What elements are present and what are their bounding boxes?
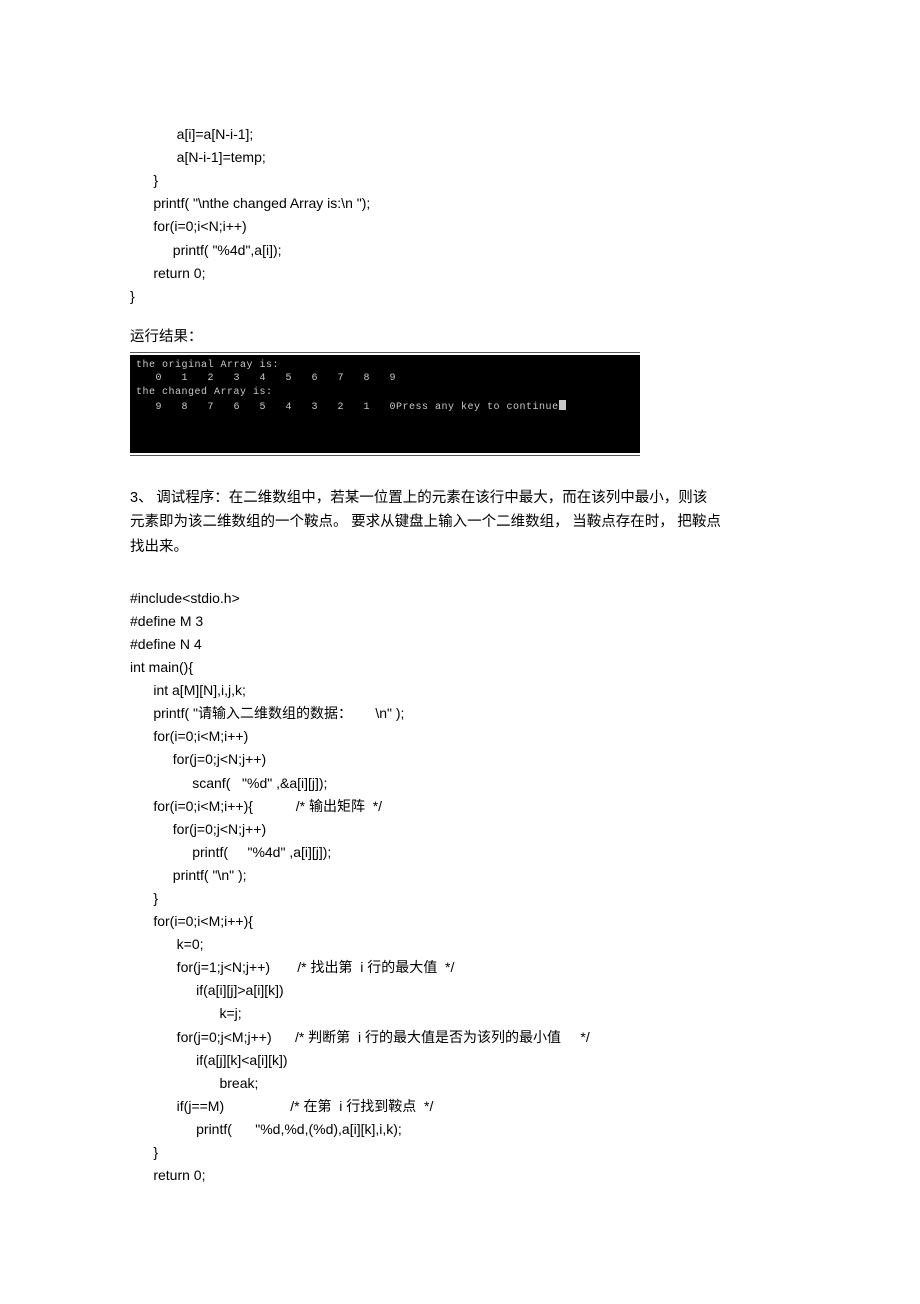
- problem-text: 调试程序：在二维数组中，若某一位置上的元素在该行中最大，而在该列中最小，则该: [156, 490, 707, 506]
- code-line: return 0;: [130, 1167, 205, 1183]
- code-line: printf( "%d,%d,(%d),a[i][k],i,k);: [130, 1121, 402, 1137]
- code-line: if(a[i][j]>a[i][k]): [130, 982, 284, 998]
- code-line: printf( "\n" );: [130, 867, 247, 883]
- divider: [130, 455, 640, 456]
- code-line: }: [130, 288, 135, 304]
- code-line: return 0;: [130, 265, 205, 281]
- code-line: a[i]=a[N-i-1];: [130, 126, 253, 142]
- divider: [130, 352, 640, 353]
- code-line: printf( "\nthe changed Array is:\n ");: [130, 195, 370, 211]
- document-page: a[i]=a[N-i-1]; a[N-i-1]=temp; } printf( …: [0, 0, 920, 1304]
- code-line: for(i=0;i<M;i++){ /* 输出矩阵 */: [130, 798, 382, 814]
- console-line: 0 1 2 3 4 5 6 7 8 9: [136, 373, 396, 384]
- code-line: a[N-i-1]=temp;: [130, 149, 266, 165]
- code-line: printf( "%4d" ,a[i][j]);: [130, 844, 331, 860]
- console-line: the original Array is:: [136, 360, 279, 371]
- code-line: for(j=1;j<N;j++) /* 找出第 i 行的最大值 */: [130, 959, 454, 975]
- problem-text: 元素即为该二维数组的一个鞍点。 要求从键盘上输入一个二维数组， 当鞍点存在时， …: [130, 514, 721, 530]
- code-block-top: a[i]=a[N-i-1]; a[N-i-1]=temp; } printf( …: [130, 100, 790, 308]
- code-line: }: [130, 890, 158, 906]
- problem-text: 找出来。: [130, 539, 188, 555]
- code-line: printf( "%4d",a[i]);: [130, 242, 282, 258]
- code-line: #define M 3: [130, 613, 203, 629]
- code-line: for(j=0;j<M;j++) /* 判断第 i 行的最大值是否为该列的最小值…: [130, 1029, 590, 1045]
- console-output: the original Array is: 0 1 2 3 4 5 6 7 8…: [130, 355, 640, 453]
- code-line: int a[M][N],i,j,k;: [130, 682, 246, 698]
- code-line: k=j;: [130, 1005, 242, 1021]
- code-line: }: [130, 1144, 158, 1160]
- code-line: for(i=0;i<M;i++){: [130, 913, 253, 929]
- console-line: the changed Array is:: [136, 387, 273, 398]
- cursor-icon: [559, 400, 566, 410]
- code-line: for(i=0;i<N;i++): [130, 218, 247, 234]
- code-line: #define N 4: [130, 636, 202, 652]
- code-line: int main(){: [130, 659, 193, 675]
- code-block-main: #include<stdio.h> #define M 3 #define N …: [130, 564, 790, 1188]
- code-line: printf( "请输入二维数组的数据： \n" );: [130, 705, 404, 721]
- problem-statement: 3、 调试程序：在二维数组中，若某一位置上的元素在该行中最大，而在该列中最小，则…: [130, 486, 790, 560]
- code-line: break;: [130, 1075, 258, 1091]
- result-label: 运行结果：: [130, 326, 790, 350]
- code-line: k=0;: [130, 936, 204, 952]
- code-line: scanf( "%d" ,&a[i][j]);: [130, 775, 327, 791]
- code-line: }: [130, 172, 158, 188]
- code-line: for(j=0;j<N;j++): [130, 821, 266, 837]
- code-line: if(j==M) /* 在第 i 行找到鞍点 */: [130, 1098, 433, 1114]
- console-line: 9 8 7 6 5 4 3 2 1 0Press any key to cont…: [136, 402, 559, 413]
- code-line: #include<stdio.h>: [130, 590, 240, 606]
- code-line: for(i=0;i<M;i++): [130, 728, 248, 744]
- problem-number: 3、: [130, 490, 153, 506]
- code-line: if(a[j][k]<a[i][k]): [130, 1052, 288, 1068]
- code-line: for(j=0;j<N;j++): [130, 751, 266, 767]
